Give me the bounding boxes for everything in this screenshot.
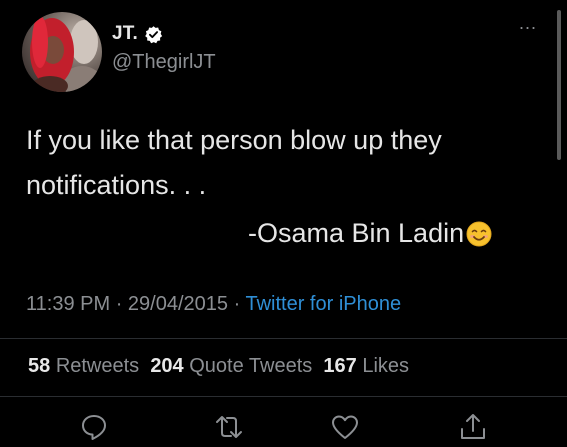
likes-label: Likes [362, 355, 410, 377]
divider [0, 338, 567, 339]
quotes-stat[interactable]: 204 Quote Tweets [150, 355, 312, 377]
retweets-count: 58 [28, 355, 51, 377]
quotes-label: Quote Tweets [189, 355, 313, 377]
heart-icon[interactable] [330, 412, 360, 442]
user-handle[interactable]: @ThegirlJT [112, 51, 216, 74]
more-options-icon[interactable]: ... [519, 14, 537, 32]
tweet-text-line-2: notifications. . . [26, 170, 207, 200]
likes-count: 167 [323, 355, 357, 377]
scrollbar[interactable] [557, 10, 561, 160]
divider [0, 396, 567, 397]
avatar[interactable] [22, 12, 102, 92]
retweet-icon[interactable] [214, 412, 244, 442]
retweets-stat[interactable]: 58 Retweets [28, 355, 139, 377]
avatar-photo [30, 16, 102, 92]
tweet-stats: 58 Retweets 204 Quote Tweets 167 Likes [28, 355, 409, 378]
meta-separator: · [115, 293, 123, 315]
signature-text: -Osama Bin Ladin [248, 218, 465, 248]
tweet-text: If you like that person blow up they not… [26, 118, 526, 208]
likes-stat[interactable]: 167 Likes [323, 355, 409, 377]
tweet-meta: 11:39 PM · 29/04/2015 · Twitter for iPho… [26, 293, 401, 316]
verified-badge-icon [144, 25, 163, 44]
retweets-label: Retweets [55, 355, 140, 377]
smiling-face-emoji-icon [466, 221, 492, 247]
reply-icon[interactable] [79, 412, 109, 442]
tweet-text-line-1: If you like that person blow up they [26, 125, 442, 155]
tweet-actions-bar [0, 410, 567, 443]
author-name-row: JT. [112, 23, 163, 45]
meta-separator: · [233, 293, 241, 315]
tweet-source-link[interactable]: Twitter for iPhone [245, 293, 401, 315]
tweet-signature: -Osama Bin Ladin [248, 218, 492, 249]
tweet-date[interactable]: 29/04/2015 [128, 293, 228, 315]
tweet-time[interactable]: 11:39 PM [26, 293, 110, 315]
share-icon[interactable] [458, 412, 488, 442]
display-name[interactable]: JT. [112, 23, 138, 45]
quotes-count: 204 [150, 355, 184, 377]
